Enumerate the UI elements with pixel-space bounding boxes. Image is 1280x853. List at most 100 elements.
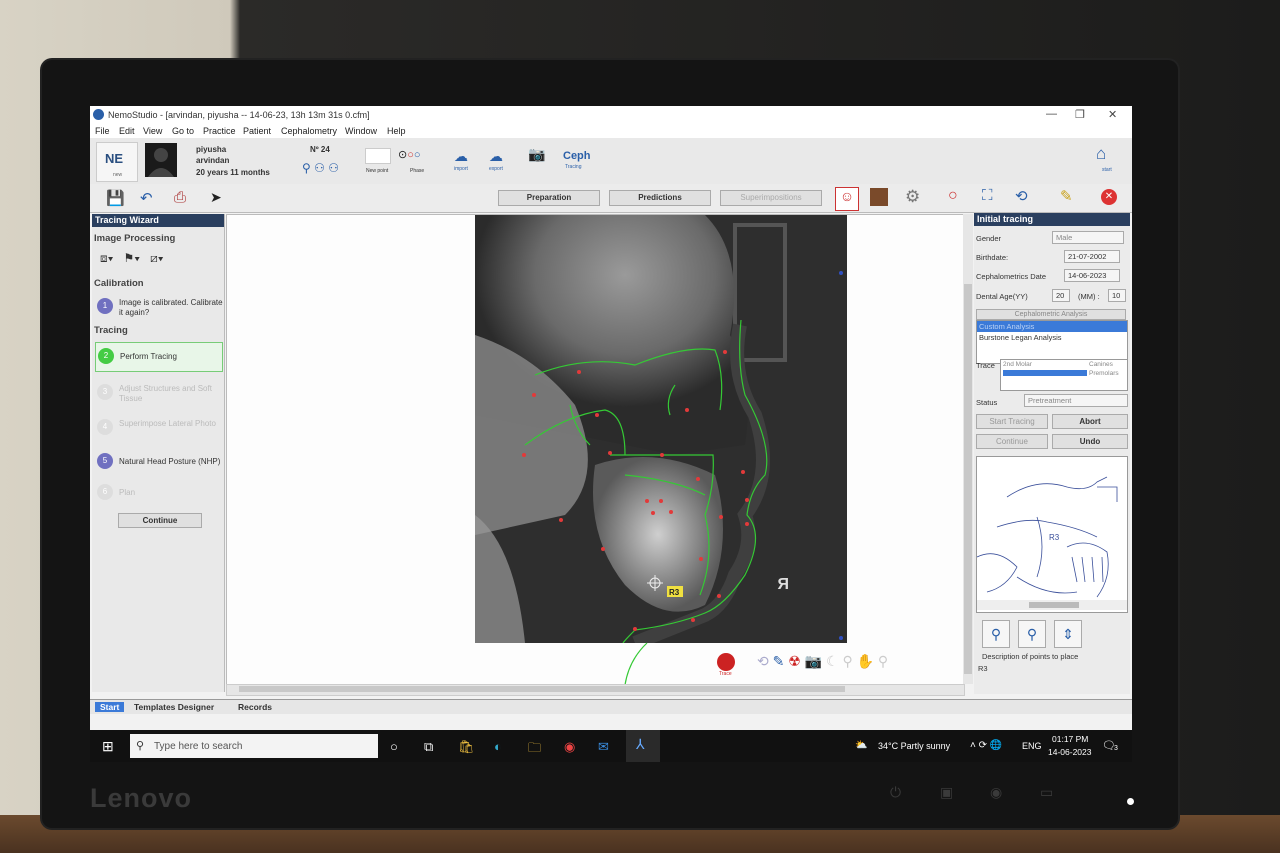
step-label: Natural Head Posture (NHP) [119, 457, 221, 466]
monitor-brand: Lenovo [90, 783, 193, 813]
cortana-icon[interactable]: ○ [390, 739, 398, 754]
dental-age-months-field[interactable]: 10 [1108, 289, 1126, 302]
print-icon[interactable]: ⎙ [174, 189, 186, 206]
trace-range-bar[interactable] [1003, 370, 1087, 376]
trace-canines[interactable]: Canines [1089, 361, 1113, 368]
analysis-item[interactable]: Burstone Legan Analysis [977, 332, 1127, 343]
task-view-icon[interactable]: ⧉ [424, 739, 433, 755]
initial-tracing-panel: Initial tracing Gender Male Birthdate: 2… [974, 213, 1130, 694]
step-label: Plan [119, 488, 136, 497]
superimpositions-button[interactable]: Superimpositions [720, 190, 822, 206]
zoom-out-icon[interactable]: ⚲ [1018, 620, 1046, 648]
circle-tool-icon[interactable]: ○ [948, 187, 958, 205]
menu-cephalometry[interactable]: Cephalometry [281, 126, 337, 136]
canvas-vertical-scrollbar[interactable] [963, 214, 973, 684]
zoom-in-icon[interactable]: ⚲ [982, 620, 1010, 648]
preparation-button[interactable]: Preparation [498, 190, 600, 206]
home-icon[interactable]: ⌂ [1096, 144, 1106, 164]
menu-edit[interactable]: Edit [119, 126, 135, 136]
ruler-icon[interactable]: ✎ [1060, 187, 1073, 205]
file-explorer-icon[interactable]: 🗀 [528, 739, 541, 761]
dental-age-years-field[interactable]: 20 [1052, 289, 1070, 302]
windows-start-icon[interactable]: ⊞ [102, 738, 114, 755]
undo-button[interactable]: Undo [1052, 434, 1128, 449]
new-point-box[interactable] [365, 148, 391, 164]
menu-help[interactable]: Help [387, 126, 406, 136]
start-tracing-button[interactable]: Start Tracing [976, 414, 1048, 429]
image-processing-tools-icon[interactable]: ⧈▾ ⚑▾ ⧄▾ [100, 251, 164, 266]
canvas-tools-icon[interactable]: ⟲ ✎ ☢ 📷 ☾ ⚲ ✋ ⚲ [757, 653, 888, 670]
menu-window[interactable]: Window [345, 126, 377, 136]
tracing-preview[interactable]: R3 [976, 456, 1128, 613]
abort-button[interactable]: Abort [1052, 414, 1128, 429]
step-label: Adjust Structures and Soft Tissue [119, 384, 212, 403]
photo-view-icon[interactable] [870, 188, 888, 206]
cloud-import-icon[interactable]: ☁ [454, 148, 468, 165]
clock-date[interactable]: 14-06-2023 [1048, 747, 1091, 757]
canvas-horizontal-scrollbar[interactable] [226, 684, 965, 696]
step-label: Image is calibrated. Calibrate it again? [119, 298, 223, 317]
title-bar: NemoStudio - [arvindan, piyusha -- 14-06… [90, 106, 1132, 124]
taskbar-search[interactable]: ⚲ Type here to search [130, 734, 378, 758]
tracing-wizard-panel: Tracing Wizard Image Processing ⧈▾ ⚑▾ ⧄▾… [92, 214, 225, 692]
preview-scrollbar[interactable] [977, 600, 1127, 610]
trace-selector[interactable]: 2nd Molar Canines Premolars [1000, 359, 1128, 391]
ceph-button[interactable]: Ceph [563, 150, 591, 162]
minimize-button[interactable]: — [1046, 108, 1057, 120]
new-patient-button[interactable]: NE new [96, 142, 138, 182]
language-indicator[interactable]: ENG [1022, 741, 1042, 751]
menu-view[interactable]: View [143, 126, 162, 136]
close-tracing-icon[interactable]: ✕ [1101, 189, 1117, 205]
monitor-button-icon[interactable]: ⏻ [890, 784, 901, 801]
clock-time[interactable]: 01:17 PM [1052, 734, 1088, 744]
settings-gear-icon[interactable]: ⚙ [905, 187, 920, 207]
trace-premolars[interactable]: Premolars [1089, 370, 1119, 377]
wizard-step-active[interactable]: 2 Perform Tracing [95, 342, 223, 372]
close-button[interactable]: ✕ [1108, 108, 1117, 121]
mail-icon[interactable]: ✉ [598, 739, 609, 755]
monitor-button-icon[interactable]: ▣ [940, 784, 953, 801]
monitor-button-icon[interactable]: ▭ [1040, 784, 1053, 801]
fit-icon[interactable]: ⇕ [1054, 620, 1082, 648]
new-point-label: New point [366, 168, 389, 174]
tab-templates-designer[interactable]: Templates Designer [134, 702, 214, 712]
store-icon[interactable]: 🛍 [458, 739, 475, 755]
rotate-icon[interactable]: ⟲ [1015, 187, 1028, 205]
crop-icon[interactable]: ⛶ [982, 187, 993, 204]
save-icon[interactable]: 💾 [106, 189, 125, 207]
continue-tracing-button[interactable]: Continue [976, 434, 1048, 449]
menu-goto[interactable]: Go to [172, 126, 194, 136]
ceph-view-icon[interactable]: ☺ [835, 187, 859, 211]
birthdate-field[interactable]: 21-07-2002 [1064, 250, 1120, 263]
monitor-button-icon[interactable]: ◉ [990, 784, 1002, 801]
search-patient-icon[interactable]: ⚲ ⚇ ⚇ [302, 161, 339, 175]
cloud-export-icon[interactable]: ☁ [489, 148, 503, 165]
system-tray-icons[interactable]: ˄ ⟳ 🌐 [970, 740, 1002, 751]
weather-text[interactable]: 34°C Partly sunny [878, 741, 950, 751]
trace-tool-icon[interactable] [717, 653, 735, 671]
edge-icon[interactable]: ◐ [494, 739, 502, 754]
weather-icon[interactable]: ⛅ [855, 740, 867, 751]
screen: NemoStudio - [arvindan, piyusha -- 14-06… [90, 106, 1132, 762]
cephalometric-analysis-list[interactable]: Custom Analysis Burstone Legan Analysis [976, 320, 1128, 364]
gender-select[interactable]: Male [1052, 231, 1124, 244]
menu-practice[interactable]: Practice [203, 126, 236, 136]
nemostudio-taskbar-button[interactable]: ⅄ [626, 730, 660, 762]
ceph-date-field[interactable]: 14-06-2023 [1064, 269, 1120, 282]
tracing-canvas[interactable]: R3 R Trace ⟲ ✎ ☢ 📷 ☾ ⚲ ✋ ⚲ [226, 214, 964, 686]
predictions-dropdown[interactable]: Predictions [609, 190, 711, 206]
wizard-continue-button[interactable]: Continue [118, 513, 202, 528]
trace-second-molar[interactable]: 2nd Molar [1003, 361, 1032, 368]
restore-button[interactable]: ❐ [1075, 108, 1085, 121]
tab-start[interactable]: Start [95, 702, 125, 712]
pointer-icon[interactable]: ➤ [210, 189, 222, 206]
analysis-item-selected[interactable]: Custom Analysis [977, 321, 1127, 332]
menu-file[interactable]: File [95, 126, 110, 136]
chrome-icon[interactable]: ◉ [564, 739, 575, 755]
camera-icon[interactable]: 📷 [528, 146, 545, 163]
menu-patient[interactable]: Patient [243, 126, 271, 136]
undo-icon[interactable]: ↶ [140, 189, 153, 207]
status-select[interactable]: Pretreatment [1024, 394, 1128, 407]
phase-icon[interactable]: ⊙○○ [398, 148, 421, 161]
tab-records[interactable]: Records [238, 702, 272, 712]
